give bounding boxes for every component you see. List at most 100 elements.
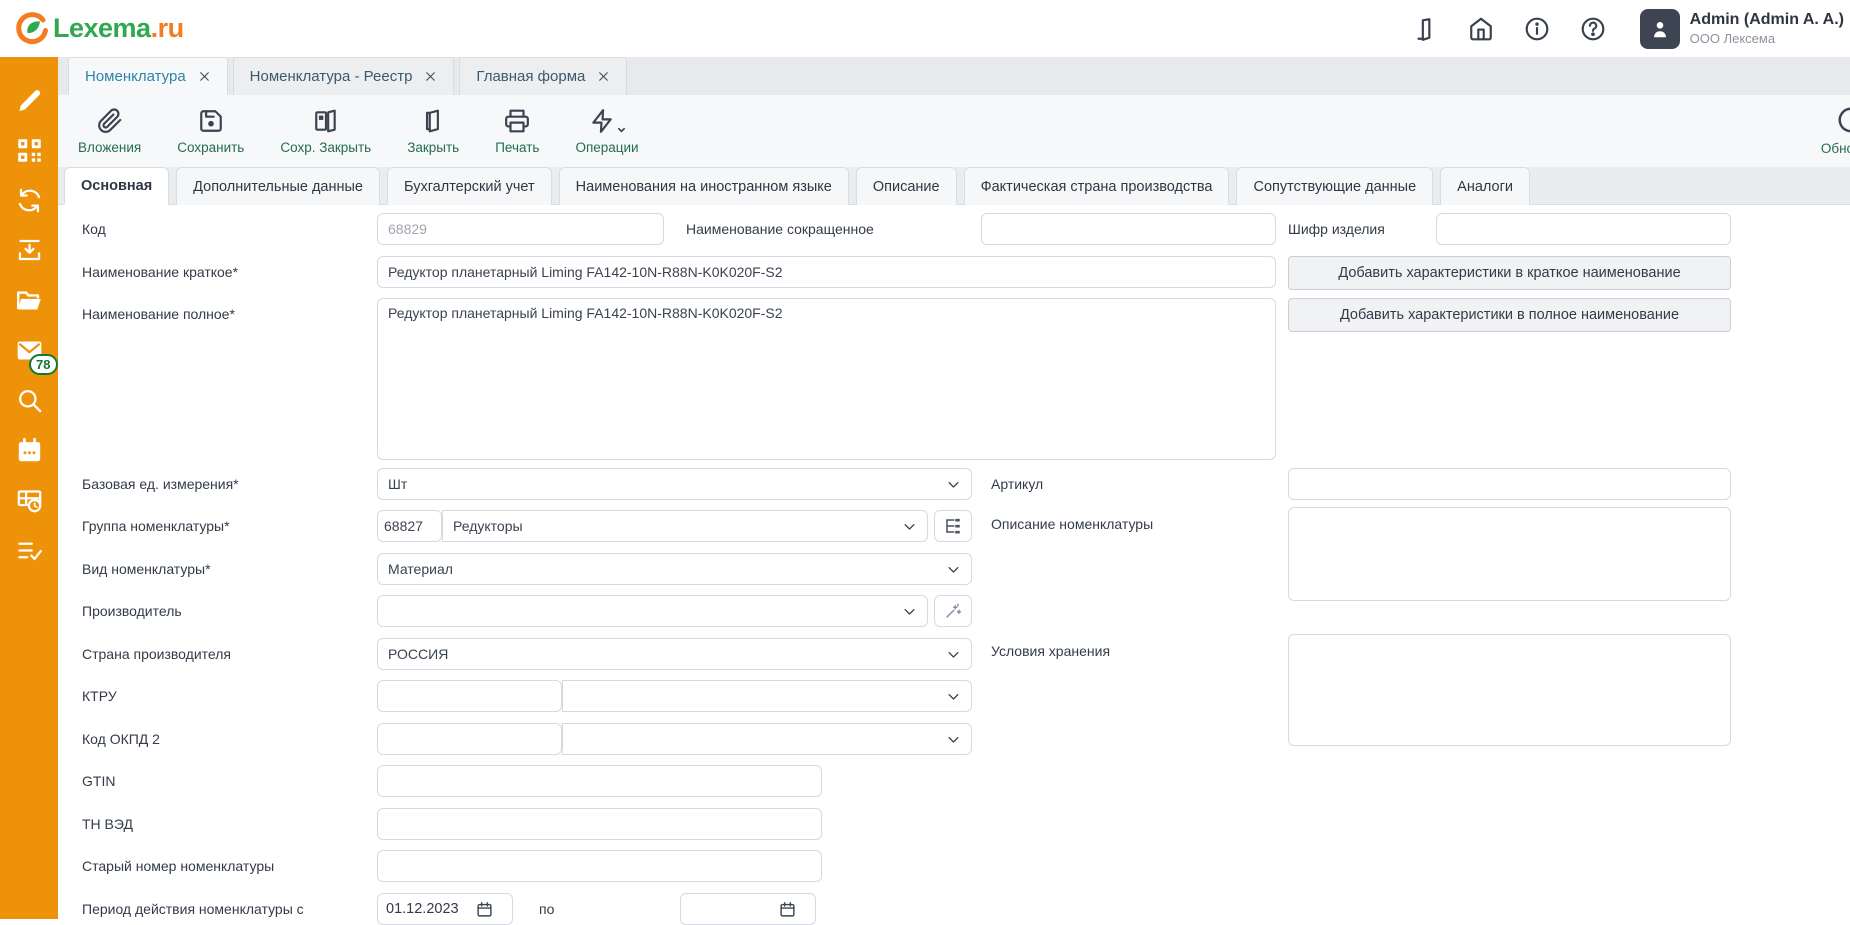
close-tab-icon[interactable] — [424, 70, 437, 83]
base-unit-select[interactable]: Шт — [377, 468, 972, 500]
save-close-label: Сохр. Закрыть — [280, 140, 371, 155]
report-schedule-icon[interactable] — [16, 487, 43, 514]
close-tab-icon[interactable] — [198, 70, 211, 83]
storage-textarea[interactable] — [1288, 634, 1731, 746]
ktru-code-input[interactable] — [377, 680, 562, 712]
mail-icon[interactable]: 78 — [15, 337, 44, 364]
country-value: РОССИЯ — [388, 646, 448, 662]
operations-label: Операции — [575, 140, 638, 155]
user-org: ООО Лексема — [1690, 31, 1844, 46]
folder-icon[interactable] — [16, 287, 43, 314]
refresh-button[interactable]: Обновить — [1821, 105, 1850, 156]
country-label: Страна производителя — [82, 638, 231, 670]
tab-nomenklatura-reestr[interactable]: Номенклатура - Реестр — [233, 57, 455, 95]
name-full-textarea[interactable]: Редуктор планетарный Liming FA142-10N-R8… — [377, 298, 1276, 460]
calendar-picker-icon[interactable] — [476, 901, 493, 918]
ktru-label: КТРУ — [82, 680, 117, 712]
old-number-input[interactable] — [377, 850, 822, 882]
subtab-label: Наименования на иностранном языке — [576, 179, 832, 195]
chevron-down-icon — [946, 689, 961, 704]
download-tray-icon[interactable] — [16, 237, 43, 264]
article-input[interactable] — [1288, 468, 1731, 500]
checklist-icon[interactable] — [16, 537, 43, 564]
sidebar: 78 — [0, 57, 58, 919]
subtab-label: Основная — [81, 178, 152, 194]
subtab-buhgalterskiy-uchet[interactable]: Бухгалтерский учет — [387, 167, 552, 205]
print-button[interactable]: Печать — [495, 108, 539, 155]
exit-icon[interactable] — [1412, 16, 1438, 42]
close-tab-icon[interactable] — [597, 70, 610, 83]
subtab-analogi[interactable]: Аналоги — [1440, 167, 1530, 205]
period-label: Период действия номенклатуры с — [82, 893, 304, 925]
attachments-button[interactable]: Вложения — [78, 108, 141, 155]
kind-label: Вид номенклатуры* — [82, 553, 211, 585]
chevron-down-icon — [946, 732, 961, 747]
save-icon — [198, 108, 224, 134]
subtab-label: Сопутствующие данные — [1253, 179, 1416, 195]
subtab-label: Дополнительные данные — [193, 179, 363, 195]
chevron-down-icon — [617, 125, 626, 134]
user-menu[interactable]: Admin (Admin A. A.) ООО Лексема — [1640, 9, 1844, 49]
group-code-input[interactable] — [377, 510, 442, 542]
close-button[interactable]: Закрыть — [407, 108, 459, 155]
door-icon — [420, 108, 446, 134]
kind-value: Материал — [388, 561, 453, 577]
tab-label: Номенклатура - Реестр — [250, 68, 413, 85]
home-icon[interactable] — [1468, 16, 1494, 42]
code-input[interactable] — [377, 213, 664, 245]
operations-button[interactable]: Операции — [575, 108, 638, 155]
tnved-input[interactable] — [377, 808, 822, 840]
refresh-icon — [1836, 105, 1850, 135]
qr-code-icon[interactable] — [16, 137, 43, 164]
period-from-field[interactable] — [377, 893, 513, 925]
group-tree-button[interactable] — [934, 510, 972, 542]
tnved-label: ТН ВЭД — [82, 808, 133, 840]
subtab-dopolnitelnye-dannye[interactable]: Дополнительные данные — [176, 167, 380, 205]
lexema-logo[interactable]: Lexema.ru — [14, 11, 184, 47]
sync-icon[interactable] — [16, 187, 43, 214]
manufacturer-select[interactable] — [377, 595, 928, 627]
okpd2-code-input[interactable] — [377, 723, 562, 755]
subtab-fakticheskaya-strana[interactable]: Фактическая страна производства — [964, 167, 1230, 205]
info-icon[interactable] — [1524, 16, 1550, 42]
manufacturer-wizard-button[interactable] — [934, 595, 972, 627]
ktru-select[interactable] — [562, 680, 972, 712]
subtab-soputstvuyushchie-dannye[interactable]: Сопутствующие данные — [1236, 167, 1433, 205]
subtab-opisanie[interactable]: Описание — [856, 167, 957, 205]
period-to-field[interactable] — [680, 893, 816, 925]
open-forms-tabbar: Номенклатура Номенклатура - Реестр Главн… — [58, 57, 1850, 95]
save-button[interactable]: Сохранить — [177, 108, 244, 155]
edit-pencil-icon[interactable] — [16, 87, 43, 114]
add-characteristics-full-button[interactable]: Добавить характеристики в полное наимено… — [1288, 298, 1731, 332]
calendar-picker-icon[interactable] — [779, 901, 796, 918]
app-header: Lexema.ru Admin (Admin A. A.) ООО Лексем… — [0, 0, 1850, 57]
tab-glavnaya-forma[interactable]: Главная форма — [459, 57, 627, 95]
tree-view-icon — [944, 517, 962, 535]
save-close-button[interactable]: Сохр. Закрыть — [280, 108, 371, 155]
calendar-icon[interactable] — [16, 437, 43, 464]
okpd2-label: Код ОКПД 2 — [82, 723, 160, 755]
kind-select[interactable]: Материал — [377, 553, 972, 585]
gtin-input[interactable] — [377, 765, 822, 797]
chevron-down-icon — [902, 519, 917, 534]
base-unit-value: Шт — [388, 476, 407, 492]
lightning-icon — [589, 108, 615, 134]
short-name-abbr-input[interactable] — [981, 213, 1276, 245]
user-name: Admin (Admin A. A.) — [1690, 11, 1844, 29]
name-short-input[interactable] — [377, 256, 1276, 288]
product-cipher-input[interactable] — [1436, 213, 1731, 245]
chevron-down-icon — [946, 647, 961, 662]
tab-nomenklatura[interactable]: Номенклатура — [68, 57, 228, 95]
storage-label: Условия хранения — [991, 642, 1110, 660]
group-select[interactable]: Редукторы — [442, 510, 928, 542]
add-characteristics-short-button[interactable]: Добавить характеристики в краткое наимен… — [1288, 256, 1731, 290]
okpd2-select[interactable] — [562, 723, 972, 755]
period-to-input[interactable] — [689, 901, 775, 917]
search-icon[interactable] — [16, 387, 43, 414]
country-select[interactable]: РОССИЯ — [377, 638, 972, 670]
subtab-osnovnaya[interactable]: Основная — [64, 167, 169, 205]
period-from-input[interactable] — [386, 901, 472, 917]
description-textarea[interactable] — [1288, 507, 1731, 601]
help-icon[interactable] — [1580, 16, 1606, 42]
subtab-inostrannye-naimenovaniya[interactable]: Наименования на иностранном языке — [559, 167, 849, 205]
